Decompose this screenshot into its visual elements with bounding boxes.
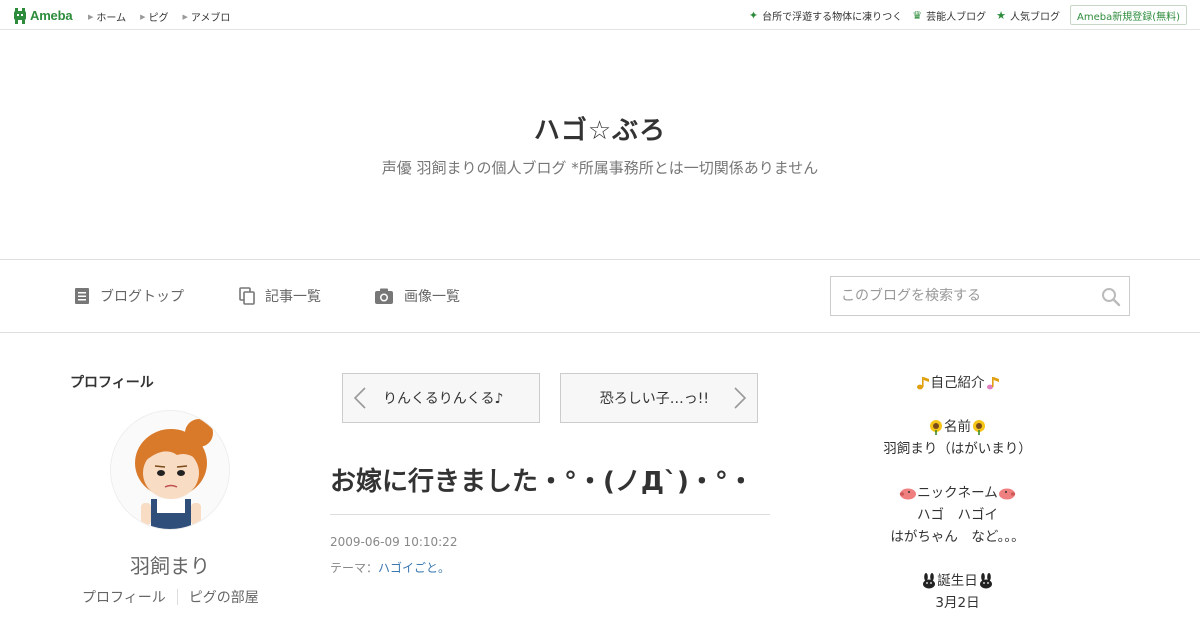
register-button[interactable]: Ameba新規登録(無料) bbox=[1069, 5, 1187, 25]
nickname-line-2: はがちゃん など。。。 bbox=[890, 529, 1025, 545]
intro-sidebar: 自己紹介 名前 羽飼まり（はがいまり） ニックネーム ハゴ ハゴイ はがちゃん … bbox=[850, 372, 1065, 614]
blog-title[interactable]: ハゴ☆ぶろ bbox=[0, 110, 1200, 147]
nav-blog-top[interactable]: ブログトップ bbox=[74, 286, 184, 306]
next-entry-button[interactable]: 恐ろしい子…っ!! bbox=[560, 373, 758, 423]
birthday-value: 3月2日 bbox=[935, 595, 980, 611]
caret-right-icon: ▶ bbox=[182, 12, 188, 21]
nav-entry-list[interactable]: 記事一覧 bbox=[239, 286, 321, 306]
avatar[interactable] bbox=[110, 410, 230, 530]
search-icon[interactable] bbox=[1101, 287, 1121, 307]
celebrity-blog-link[interactable]: ♛ 芸能人ブログ bbox=[912, 8, 986, 23]
rabbit-icon bbox=[979, 573, 992, 589]
chevron-right-icon bbox=[734, 387, 747, 409]
nickname-heading: ニックネーム bbox=[850, 482, 1065, 504]
global-right-links: ✦ 台所で浮遊する物体に凍りつく ♛ 芸能人ブログ ★ 人気ブログ Ameba新規登録… bbox=[749, 5, 1187, 25]
nav-image-list[interactable]: 画像一覧 bbox=[374, 286, 460, 306]
name-value: 羽飼まり（はがいまり） bbox=[883, 441, 1032, 457]
blog-header: ハゴ☆ぶろ 声優 羽飼まりの個人ブログ *所属事務所とは一切関係ありません bbox=[0, 30, 1200, 260]
camera-icon bbox=[375, 288, 393, 304]
nav-ameblo[interactable]: ▶ アメブロ bbox=[182, 9, 230, 25]
featured-link[interactable]: ✦ 台所で浮遊する物体に凍りつく bbox=[749, 8, 902, 23]
document-icon bbox=[75, 288, 89, 304]
profile-links: プロフィール ピグの部屋 bbox=[82, 587, 259, 607]
star-icon: ★ bbox=[996, 8, 1006, 22]
global-nav: ▶ ホーム ▶ ピグ ▶ アメブロ bbox=[88, 9, 244, 25]
profile-link[interactable]: プロフィール bbox=[82, 587, 166, 607]
profile-heading: プロフィール bbox=[70, 375, 154, 391]
entry-date: 2009-06-09 10:10:22 bbox=[330, 535, 458, 549]
rabbit-icon bbox=[923, 573, 936, 589]
divider bbox=[330, 514, 770, 515]
next-entry-label: 恐ろしい子…っ!! bbox=[599, 391, 709, 407]
copy-icon bbox=[239, 287, 255, 305]
entry-theme: テーマ：ハゴイごと。 bbox=[330, 559, 450, 576]
nav-home[interactable]: ▶ ホーム bbox=[88, 9, 126, 25]
birthday-heading: 誕生日 bbox=[850, 570, 1065, 592]
sunflower-icon bbox=[973, 420, 985, 435]
caret-right-icon: ▶ bbox=[140, 12, 146, 21]
caret-right-icon: ▶ bbox=[88, 12, 94, 21]
theme-label: テーマ： bbox=[330, 561, 379, 575]
intro-heading: 自己紹介 bbox=[850, 372, 1065, 394]
logo-text: Ameba bbox=[30, 8, 73, 23]
pigg-room-link[interactable]: ピグの部屋 bbox=[189, 587, 259, 607]
sunflower-icon bbox=[930, 420, 942, 435]
global-header: Ameba ▶ ホーム ▶ ピグ ▶ アメブロ ✦ 台所で浮遊する物体に凍りつく ♛ 芸能… bbox=[0, 0, 1200, 30]
nickname-line-1: ハゴ ハゴイ bbox=[917, 507, 998, 523]
blog-search bbox=[830, 276, 1130, 316]
blog-description: 声優 羽飼まりの個人ブログ *所属事務所とは一切関係ありません bbox=[381, 159, 819, 177]
search-input[interactable] bbox=[831, 277, 1091, 315]
popular-blog-link[interactable]: ★ 人気ブログ bbox=[996, 8, 1060, 23]
sparkle-icon: ✦ bbox=[748, 8, 759, 22]
name-heading: 名前 bbox=[850, 416, 1065, 438]
prev-entry-button[interactable]: りんくるりんくる♪ bbox=[342, 373, 540, 423]
divider bbox=[176, 589, 178, 605]
ameba-mascot-icon bbox=[14, 8, 26, 24]
entry-title[interactable]: お嫁に行きました・°・(ノД`)・°・ bbox=[330, 461, 754, 498]
music-note-icon bbox=[916, 377, 929, 390]
music-note-icon bbox=[986, 377, 999, 390]
theme-link[interactable]: ハゴイごと。 bbox=[378, 561, 450, 575]
pigg-avatar-image bbox=[111, 411, 229, 529]
crown-icon: ♛ bbox=[912, 8, 923, 22]
author-name[interactable]: 羽飼まり bbox=[70, 550, 270, 579]
pig-icon bbox=[899, 488, 917, 500]
chevron-left-icon bbox=[353, 387, 366, 409]
prev-entry-label: りんくるりんくる♪ bbox=[383, 391, 504, 407]
blog-navbar: ブログトップ 記事一覧 画像一覧 bbox=[0, 260, 1200, 333]
ameba-logo[interactable]: Ameba bbox=[13, 7, 73, 24]
pig-icon bbox=[998, 488, 1015, 500]
nav-pigg[interactable]: ▶ ピグ bbox=[140, 9, 168, 25]
